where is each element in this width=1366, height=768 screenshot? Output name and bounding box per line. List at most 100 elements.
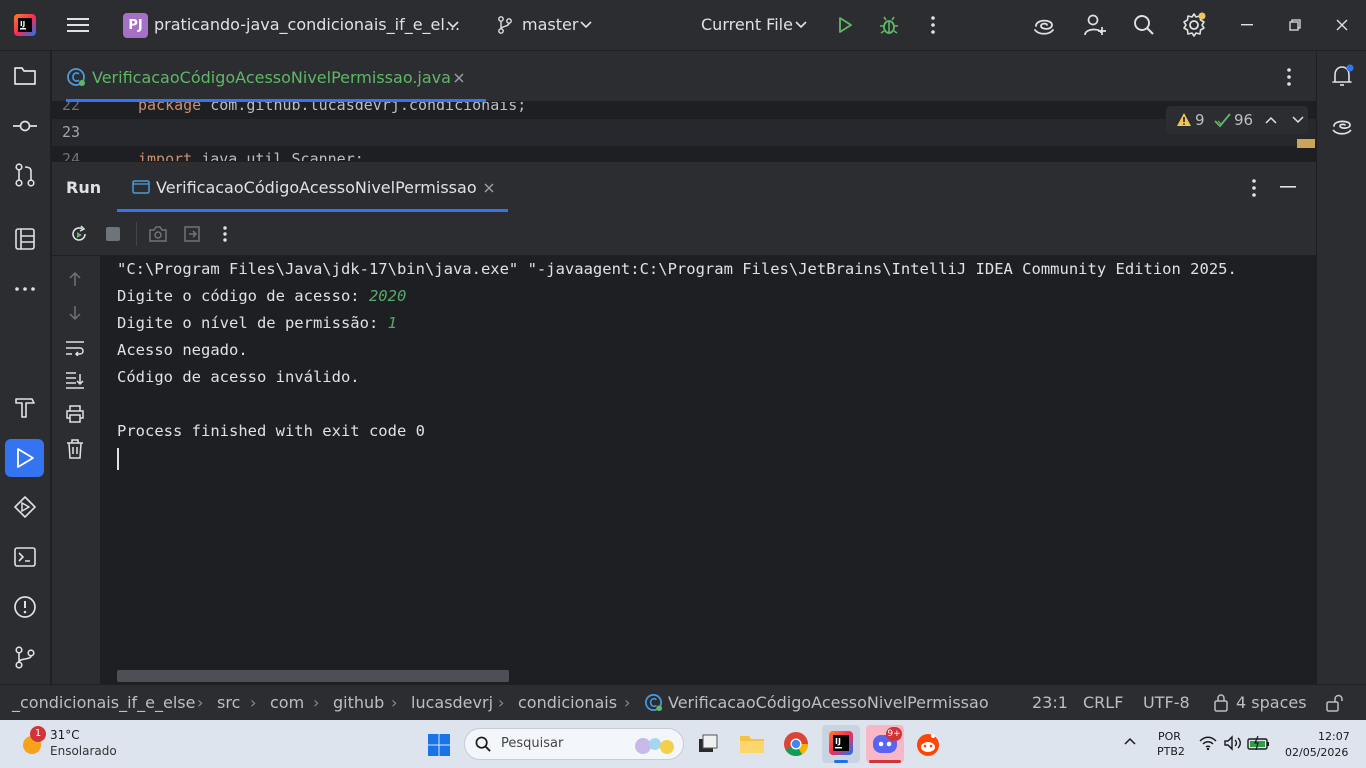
run-config-selector[interactable]: Current File bbox=[701, 15, 793, 34]
main-menu-icon[interactable] bbox=[66, 14, 90, 36]
structure-icon[interactable] bbox=[12, 226, 38, 252]
more-actions-icon[interactable] bbox=[928, 14, 938, 36]
clock-date[interactable]: 02/05/2026 bbox=[1285, 746, 1348, 759]
reddit-icon[interactable] bbox=[914, 731, 942, 757]
close-icon[interactable] bbox=[1335, 18, 1349, 32]
stop-icon[interactable] bbox=[104, 225, 122, 243]
screenshot-camera-icon[interactable] bbox=[147, 224, 169, 244]
build-hammer-icon[interactable] bbox=[12, 394, 38, 420]
soft-wrap-icon[interactable] bbox=[65, 339, 85, 357]
terminal-icon[interactable] bbox=[12, 544, 38, 570]
ai-chat-icon[interactable] bbox=[1329, 113, 1355, 139]
unlock-icon[interactable] bbox=[1326, 694, 1344, 712]
close-tab-icon[interactable] bbox=[452, 71, 466, 85]
previous-highlight-icon[interactable] bbox=[1265, 114, 1277, 126]
task-view-icon[interactable] bbox=[696, 732, 720, 756]
clock-time[interactable]: 12:07 bbox=[1318, 730, 1350, 743]
clear-trash-icon[interactable] bbox=[65, 439, 85, 459]
breadcrumb-item[interactable]: github bbox=[333, 693, 384, 712]
breadcrumb-item[interactable]: condicionais bbox=[518, 693, 617, 712]
battery-charging-icon[interactable] bbox=[1247, 735, 1271, 753]
console-user-input: 2020 bbox=[368, 287, 407, 305]
breadcrumb-item[interactable]: _condicionais_if_e_else bbox=[12, 693, 195, 712]
taskbar-search-box[interactable]: Pesquisar bbox=[464, 728, 684, 760]
weather-description[interactable]: Ensolarado bbox=[50, 744, 117, 758]
temperature[interactable]: 31°C bbox=[50, 728, 80, 742]
run-icon[interactable] bbox=[834, 14, 856, 36]
svg-text:IJ: IJ bbox=[20, 20, 25, 28]
line-ending[interactable]: CRLF bbox=[1083, 693, 1123, 712]
indent-settings-icon bbox=[1213, 694, 1231, 712]
attention-indicator bbox=[869, 760, 901, 763]
horizontal-scrollbar[interactable] bbox=[117, 670, 509, 682]
search-icon[interactable] bbox=[1131, 12, 1157, 38]
project-folder-icon[interactable] bbox=[12, 63, 38, 89]
breadcrumb-item[interactable]: src bbox=[217, 693, 240, 712]
run-panel-options-icon[interactable] bbox=[1249, 178, 1259, 198]
language-indicator[interactable]: POR bbox=[1158, 730, 1181, 743]
inspection-widget[interactable]: 9 96 bbox=[1166, 106, 1308, 134]
file-explorer-icon[interactable] bbox=[738, 732, 766, 756]
services-icon[interactable] bbox=[12, 494, 38, 520]
code-editor[interactable]: 22 package com.github.lucasdevrj.condici… bbox=[52, 102, 1316, 161]
print-icon[interactable] bbox=[65, 405, 85, 423]
add-user-icon[interactable] bbox=[1082, 12, 1108, 38]
minimize-icon[interactable] bbox=[1240, 18, 1254, 32]
run-more-icon[interactable] bbox=[220, 224, 230, 244]
run-tool-icon[interactable] bbox=[5, 439, 44, 477]
chevron-down-icon[interactable] bbox=[579, 18, 593, 32]
close-run-tab-icon[interactable] bbox=[482, 181, 496, 195]
hide-panel-icon[interactable] bbox=[1279, 180, 1297, 194]
scrollbar-marker bbox=[1297, 139, 1315, 148]
chevron-down-icon[interactable] bbox=[446, 18, 460, 32]
tab-options-icon[interactable] bbox=[1284, 67, 1294, 87]
scroll-to-end-icon[interactable] bbox=[65, 371, 85, 389]
commit-icon[interactable] bbox=[12, 113, 38, 139]
breadcrumb-item[interactable]: lucasdevrj bbox=[411, 693, 493, 712]
console-output[interactable]: "C:\Program Files\Java\jdk-17\bin\java.e… bbox=[100, 256, 1316, 684]
run-tab-label[interactable]: VerificacaoCódigoAcessoNivelPermissao bbox=[156, 178, 477, 197]
git-icon[interactable] bbox=[12, 644, 38, 670]
wifi-icon[interactable] bbox=[1199, 735, 1219, 753]
caret-position[interactable]: 23:1 bbox=[1032, 693, 1068, 712]
notifications-bell-icon[interactable] bbox=[1329, 63, 1355, 89]
chevron-up-icon[interactable] bbox=[1124, 737, 1138, 749]
project-badge[interactable]: PJ bbox=[123, 13, 148, 38]
breadcrumb-item[interactable]: com bbox=[270, 693, 304, 712]
volume-icon[interactable] bbox=[1223, 735, 1243, 753]
scroll-up-icon[interactable] bbox=[66, 270, 84, 288]
taskbar-discord-button[interactable]: 9+ bbox=[866, 725, 904, 763]
more-tools-icon[interactable] bbox=[12, 276, 38, 302]
intellij-taskbar-icon: IJ bbox=[829, 731, 853, 755]
taskbar-intellij-button[interactable]: IJ bbox=[822, 725, 860, 763]
next-highlight-icon[interactable] bbox=[1292, 114, 1304, 126]
breadcrumb-separator: › bbox=[197, 693, 204, 712]
branch-name[interactable]: master bbox=[522, 15, 578, 34]
restore-layout-icon[interactable] bbox=[182, 224, 202, 244]
indent-setting[interactable]: 4 spaces bbox=[1236, 693, 1307, 712]
keyboard-layout[interactable]: PTB2 bbox=[1157, 745, 1185, 758]
editor-tab-label[interactable]: VerificacaoCódigoAcessoNivelPermissao.ja… bbox=[92, 68, 451, 87]
problems-icon[interactable] bbox=[12, 594, 38, 620]
windows-start-icon[interactable] bbox=[427, 733, 451, 757]
ai-assistant-icon[interactable] bbox=[1031, 13, 1057, 37]
check-count: 96 bbox=[1234, 111, 1254, 129]
settings-gear-icon[interactable] bbox=[1180, 11, 1208, 39]
search-highlight-icon bbox=[631, 734, 677, 756]
debug-icon[interactable] bbox=[877, 13, 901, 37]
project-name[interactable]: praticando-java_condicionais_if_e_el... bbox=[154, 15, 460, 34]
code-line: import java.util.Scanner; bbox=[138, 150, 364, 161]
chrome-icon[interactable] bbox=[783, 731, 809, 757]
pull-requests-icon[interactable] bbox=[12, 162, 38, 188]
file-encoding[interactable]: UTF-8 bbox=[1143, 693, 1190, 712]
breadcrumb-item[interactable]: VerificacaoCódigoAcessoNivelPermissao bbox=[668, 693, 989, 712]
restore-icon[interactable] bbox=[1288, 18, 1302, 32]
warning-icon bbox=[1176, 112, 1192, 128]
intellij-logo-icon[interactable]: IJ bbox=[14, 14, 36, 36]
scroll-down-icon[interactable] bbox=[66, 304, 84, 322]
svg-text:IJ: IJ bbox=[835, 737, 841, 746]
chevron-down-icon[interactable] bbox=[794, 18, 808, 32]
branch-icon[interactable] bbox=[496, 15, 514, 35]
console-line: Digite o nível de permissão: 1 bbox=[117, 314, 397, 332]
rerun-icon[interactable] bbox=[69, 224, 89, 244]
